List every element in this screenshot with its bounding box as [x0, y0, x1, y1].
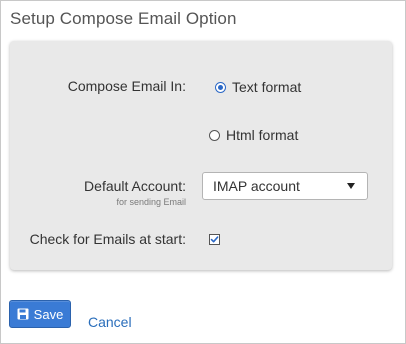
dialog-frame: Setup Compose Email Option Compose Email…: [0, 0, 406, 344]
radio-html-format-button[interactable]: [209, 129, 220, 141]
default-account-value: IMAP account: [213, 178, 300, 194]
settings-panel: Compose Email In: Text format Html forma…: [10, 41, 392, 270]
default-account-sublabel: for sending Email: [116, 197, 186, 207]
save-button[interactable]: Save: [9, 300, 71, 328]
floppy-disk-icon: [17, 308, 29, 320]
default-account-label: Default Account:: [84, 178, 186, 194]
compose-email-label: Compose Email In:: [67, 78, 186, 94]
cancel-link[interactable]: Cancel: [88, 314, 132, 330]
default-account-select[interactable]: IMAP account: [202, 172, 368, 200]
radio-html-format-label: Html format: [226, 127, 299, 143]
check-at-start-label: Check for Emails at start:: [29, 231, 186, 247]
page-title: Setup Compose Email Option: [10, 9, 237, 28]
save-button-label: Save: [33, 306, 64, 322]
radio-text-format-button[interactable]: [215, 81, 226, 93]
check-at-start-checkbox[interactable]: [209, 234, 220, 245]
checkmark-icon: [210, 236, 219, 243]
caret-down-icon: [347, 183, 355, 189]
radio-html-format[interactable]: Html format: [209, 127, 298, 143]
radio-text-format[interactable]: Text format: [215, 79, 301, 95]
radio-text-format-label: Text format: [232, 79, 302, 95]
